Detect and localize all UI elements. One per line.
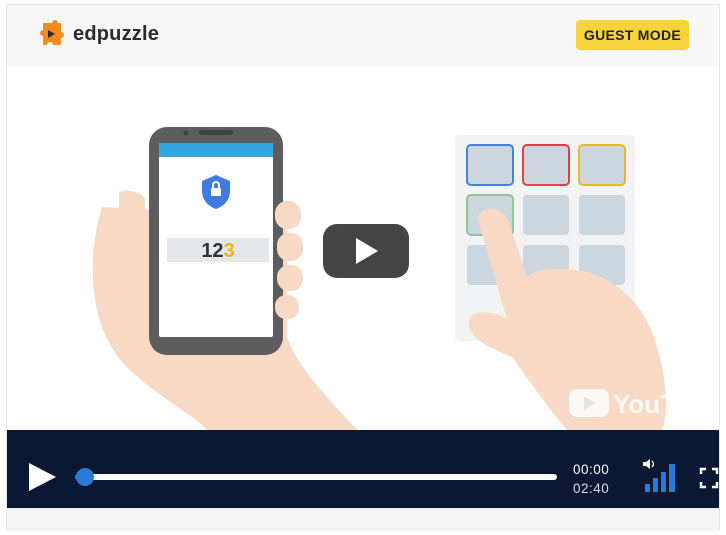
youtube-watermark: YouTube xyxy=(569,389,719,419)
header: edpuzzle GUEST MODE xyxy=(7,5,719,67)
volume-icon[interactable] xyxy=(641,458,681,494)
play-icon[interactable] xyxy=(25,461,59,493)
video-frame-illustration: 123 YouTube xyxy=(92,127,719,430)
player-controls: 00:00 02:40 xyxy=(7,430,719,508)
svg-text:YouTube: YouTube xyxy=(613,389,719,419)
fullscreen-icon[interactable] xyxy=(699,466,719,490)
guest-mode-badge: GUEST MODE xyxy=(575,20,689,50)
logo-text: edpuzzle xyxy=(73,22,160,45)
progress-bar[interactable] xyxy=(75,468,557,486)
progress-handle[interactable] xyxy=(75,468,94,486)
edpuzzle-logo: edpuzzle xyxy=(37,19,159,49)
video-area[interactable]: 123 YouTube xyxy=(7,67,719,430)
phone-status-bar xyxy=(159,143,273,157)
phone-code: 123 xyxy=(201,240,234,262)
youtube-play-icon[interactable] xyxy=(323,224,409,278)
puzzle-icon xyxy=(40,20,64,45)
edpuzzle-player-frame: edpuzzle GUEST MODE 123 YouTube 00:00 02… xyxy=(6,4,720,531)
current-time: 00:00 xyxy=(573,462,610,477)
duration: 02:40 xyxy=(573,481,610,496)
footer-strip xyxy=(7,508,719,531)
